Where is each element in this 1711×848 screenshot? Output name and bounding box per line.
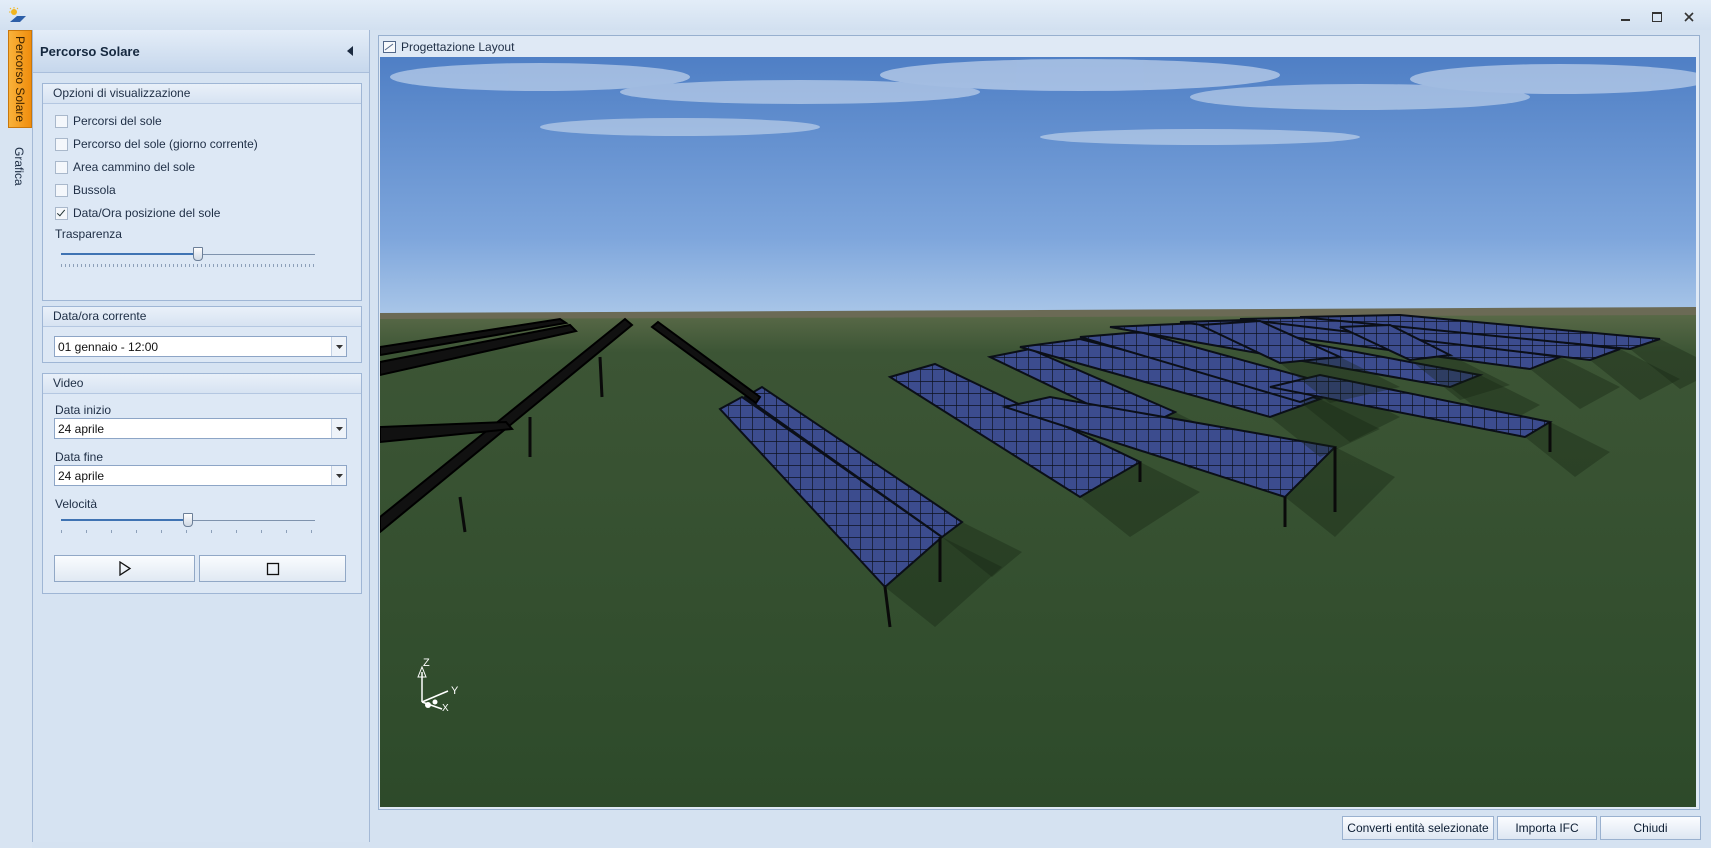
play-button[interactable] [54,555,195,582]
start-date-dropdown[interactable]: 24 aprile [54,418,347,439]
play-icon [118,561,131,576]
video-group: Video Data inizio 24 aprile Data fine 24… [42,373,362,594]
dropdown-value: 24 aprile [58,469,105,483]
group-header: Opzioni di visualizzazione [43,84,361,104]
window-titlebar [0,0,1711,30]
checkbox-sun-path-current-day[interactable]: Percorso del sole (giorno corrente) [55,137,258,151]
stop-icon [266,562,279,575]
minimize-icon[interactable] [1614,8,1636,26]
close-icon[interactable] [1678,8,1700,26]
speed-label: Velocità [55,497,98,511]
dropdown-value: 24 aprile [58,422,105,436]
checkbox-box[interactable] [55,114,68,128]
checkbox-box[interactable] [55,206,68,220]
checkbox-compass[interactable]: Bussola [55,183,116,197]
import-ifc-button[interactable]: Importa IFC [1497,816,1597,840]
slider-thumb[interactable] [183,513,193,527]
viewport-title: Progettazione Layout [401,40,515,54]
transparency-label: Trasparenza [55,227,122,241]
checkbox-label: Data/Ora posizione del sole [73,206,221,220]
viewport-icon [383,41,396,53]
checkbox-sun-position-datetime[interactable]: Data/Ora posizione del sole [55,206,220,220]
checkbox-label: Percorsi del sole [73,114,162,128]
layout-viewport: Progettazione Layout Z Y X [378,35,1700,810]
end-date-label: Data fine [55,450,104,464]
checkbox-label: Area cammino del sole [73,160,196,174]
tab-label: Grafica [12,146,26,186]
dropdown-value: 01 gennaio - 12:00 [58,340,159,354]
solar-path-panel: Percorso Solare Opzioni di visualizzazio… [32,30,370,842]
tab-label: Percorso Solare [13,35,27,123]
checkbox-sun-path-area[interactable]: Area cammino del sole [55,160,195,174]
solar-app-icon [8,6,28,24]
checkbox-box[interactable] [55,160,68,174]
speed-slider[interactable] [61,513,315,533]
chevron-down-icon[interactable] [331,419,346,438]
panel-support-leg [598,356,604,398]
checkbox-sun-paths[interactable]: Percorsi del sole [55,114,162,128]
checkbox-box[interactable] [55,183,68,197]
current-datetime-group: Data/ora corrente 01 gennaio - 12:00 [42,306,362,363]
axis-x-label: X [442,703,449,714]
current-datetime-dropdown[interactable]: 01 gennaio - 12:00 [54,336,347,357]
side-tab-strip: Percorso Solare Grafica [0,30,32,848]
start-date-label: Data inizio [55,403,112,417]
display-options-group: Opzioni di visualizzazione Percorsi del … [42,83,362,301]
end-date-dropdown[interactable]: 24 aprile [54,465,347,486]
convert-selected-button[interactable]: Converti entità selezionate [1342,816,1494,840]
3d-scene[interactable]: Z Y X [380,57,1696,807]
axis-y-label: Y [451,685,459,697]
axis-z-label: Z [423,657,430,669]
slider-thumb[interactable] [193,247,204,261]
tab-grafica[interactable]: Grafica [8,126,30,206]
chevron-down-icon[interactable] [331,466,346,485]
checkbox-label: Percorso del sole (giorno corrente) [73,137,258,151]
checkbox-box[interactable] [55,137,68,151]
panel-title: Percorso Solare [40,44,140,59]
collapse-panel-icon[interactable] [347,46,353,56]
tab-percorso-solare[interactable]: Percorso Solare [8,30,32,128]
group-header: Data/ora corrente [43,307,361,327]
stop-button[interactable] [199,555,346,582]
panel-header: Percorso Solare [33,30,369,73]
close-button[interactable]: Chiudi [1600,816,1701,840]
chevron-down-icon[interactable] [331,337,346,356]
group-header: Video [43,374,361,394]
slider-fill [61,253,199,255]
checkbox-label: Bussola [73,183,116,197]
slider-fill [61,519,188,521]
restore-icon[interactable] [1646,8,1668,26]
transparency-slider[interactable] [61,247,315,267]
viewport-header: Progettazione Layout [383,38,514,56]
